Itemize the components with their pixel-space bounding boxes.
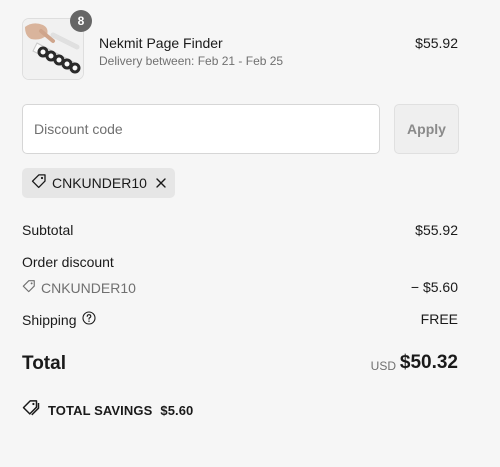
subtotal-value: $55.92 bbox=[415, 222, 458, 238]
close-icon bbox=[156, 178, 166, 188]
applied-discount-code: CNKUNDER10 bbox=[52, 175, 147, 191]
tag-icon bbox=[31, 173, 47, 194]
subtotal-label: Subtotal bbox=[22, 222, 74, 238]
order-discount-code: CNKUNDER10 bbox=[41, 279, 136, 296]
apply-discount-button[interactable]: Apply bbox=[394, 104, 459, 154]
order-discount-value: − $5.60 bbox=[410, 279, 458, 295]
savings-tag-icon bbox=[22, 399, 40, 421]
discount-code-input[interactable] bbox=[22, 104, 380, 154]
shipping-row: Shipping bbox=[22, 311, 96, 328]
total-amount: $50.32 bbox=[399, 352, 458, 373]
remove-discount-button[interactable] bbox=[155, 177, 167, 189]
order-discount-label: Order discount bbox=[22, 254, 114, 270]
applied-discount-chip: CNKUNDER10 bbox=[22, 168, 175, 198]
total-savings: TOTAL SAVINGS $5.60 bbox=[22, 399, 193, 421]
order-discount-code-row: CNKUNDER10 bbox=[22, 279, 136, 296]
total-label: Total bbox=[22, 353, 66, 374]
help-icon[interactable] bbox=[81, 311, 96, 328]
tag-icon bbox=[22, 279, 36, 296]
savings-value: $5.60 bbox=[160, 402, 194, 418]
total-currency: USD bbox=[370, 359, 396, 373]
quantity-badge: 8 bbox=[70, 10, 92, 32]
shipping-label: Shipping bbox=[22, 311, 77, 328]
product-name: Nekmit Page Finder bbox=[99, 35, 223, 51]
shipping-value: FREE bbox=[420, 311, 458, 327]
savings-label: TOTAL SAVINGS bbox=[48, 402, 153, 418]
delivery-window: Delivery between: Feb 21 - Feb 25 bbox=[99, 54, 284, 68]
product-price: $55.92 bbox=[415, 35, 458, 51]
